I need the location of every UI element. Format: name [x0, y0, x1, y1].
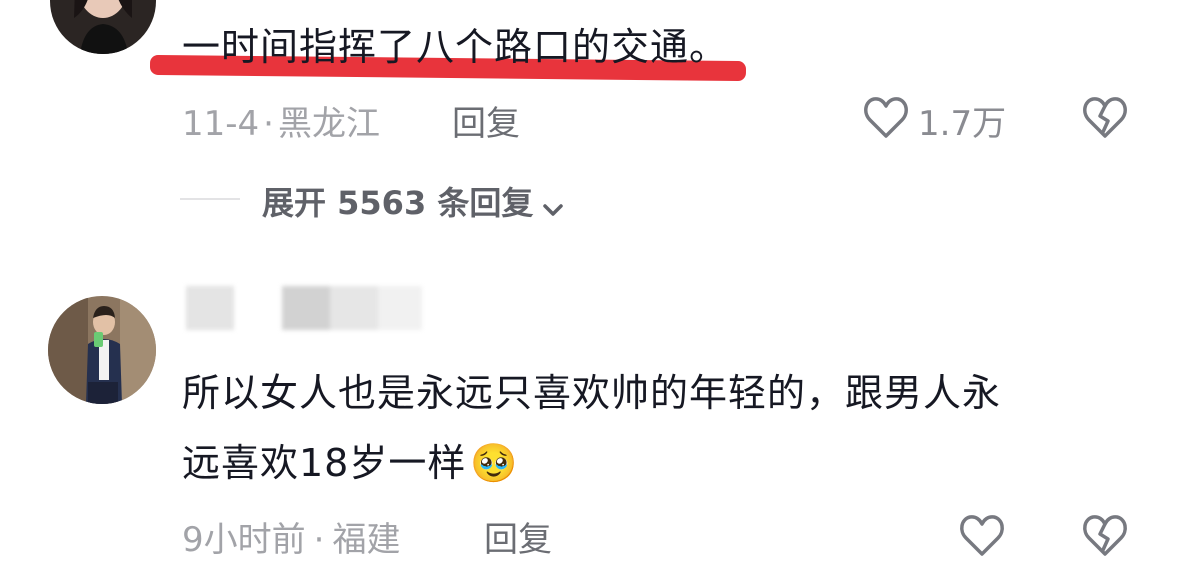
- like-button[interactable]: 1.7万: [862, 94, 1022, 144]
- chevron-down-icon: [543, 203, 564, 216]
- comment-text: 所以女人也是永远只喜欢帅的年轻的，跟男人永 远喜欢18岁一样 🥹: [182, 362, 1001, 494]
- username-redacted: [186, 284, 426, 330]
- reply-button[interactable]: 回复: [452, 96, 520, 145]
- heart-outline-icon: [960, 515, 1004, 556]
- expand-replies-label: 展开 5563 条回复: [262, 184, 534, 222]
- dislike-button[interactable]: [1080, 94, 1130, 142]
- comment-time: 9小时前: [182, 520, 306, 560]
- comment-text: 一时间指挥了八个路口的交通。: [182, 25, 729, 69]
- reply-button[interactable]: 回复: [484, 512, 552, 561]
- comment-meta: 11-4 · 黑龙江: [182, 96, 380, 145]
- broken-heart-icon: [1083, 515, 1127, 556]
- like-count: 1.7万: [918, 104, 1007, 144]
- comment-meta: 9小时前 · 福建: [182, 512, 400, 561]
- comment-location: 黑龙江: [277, 104, 380, 144]
- meta-separator: ·: [263, 104, 274, 144]
- comment-text-part: 远喜欢18岁一样: [182, 441, 467, 485]
- broken-heart-icon: [1083, 97, 1127, 138]
- expand-replies-button[interactable]: 展开 5563 条回复: [262, 178, 564, 222]
- avatar[interactable]: [48, 296, 156, 404]
- comment-location: 福建: [332, 520, 401, 560]
- meta-separator: ·: [313, 520, 325, 560]
- comment-text-line: 远喜欢18岁一样 🥹: [182, 432, 1001, 494]
- comment-text-line: 所以女人也是永远只喜欢帅的年轻的，跟男人永: [182, 371, 1002, 415]
- heart-outline-icon: [864, 97, 908, 138]
- dislike-button[interactable]: [1080, 512, 1130, 556]
- like-button[interactable]: [958, 512, 1008, 556]
- avatar[interactable]: [50, 0, 156, 54]
- pleading-face-emoji: 🥹: [470, 441, 519, 485]
- comment-date: 11-4: [182, 104, 260, 144]
- replies-divider: [180, 198, 240, 200]
